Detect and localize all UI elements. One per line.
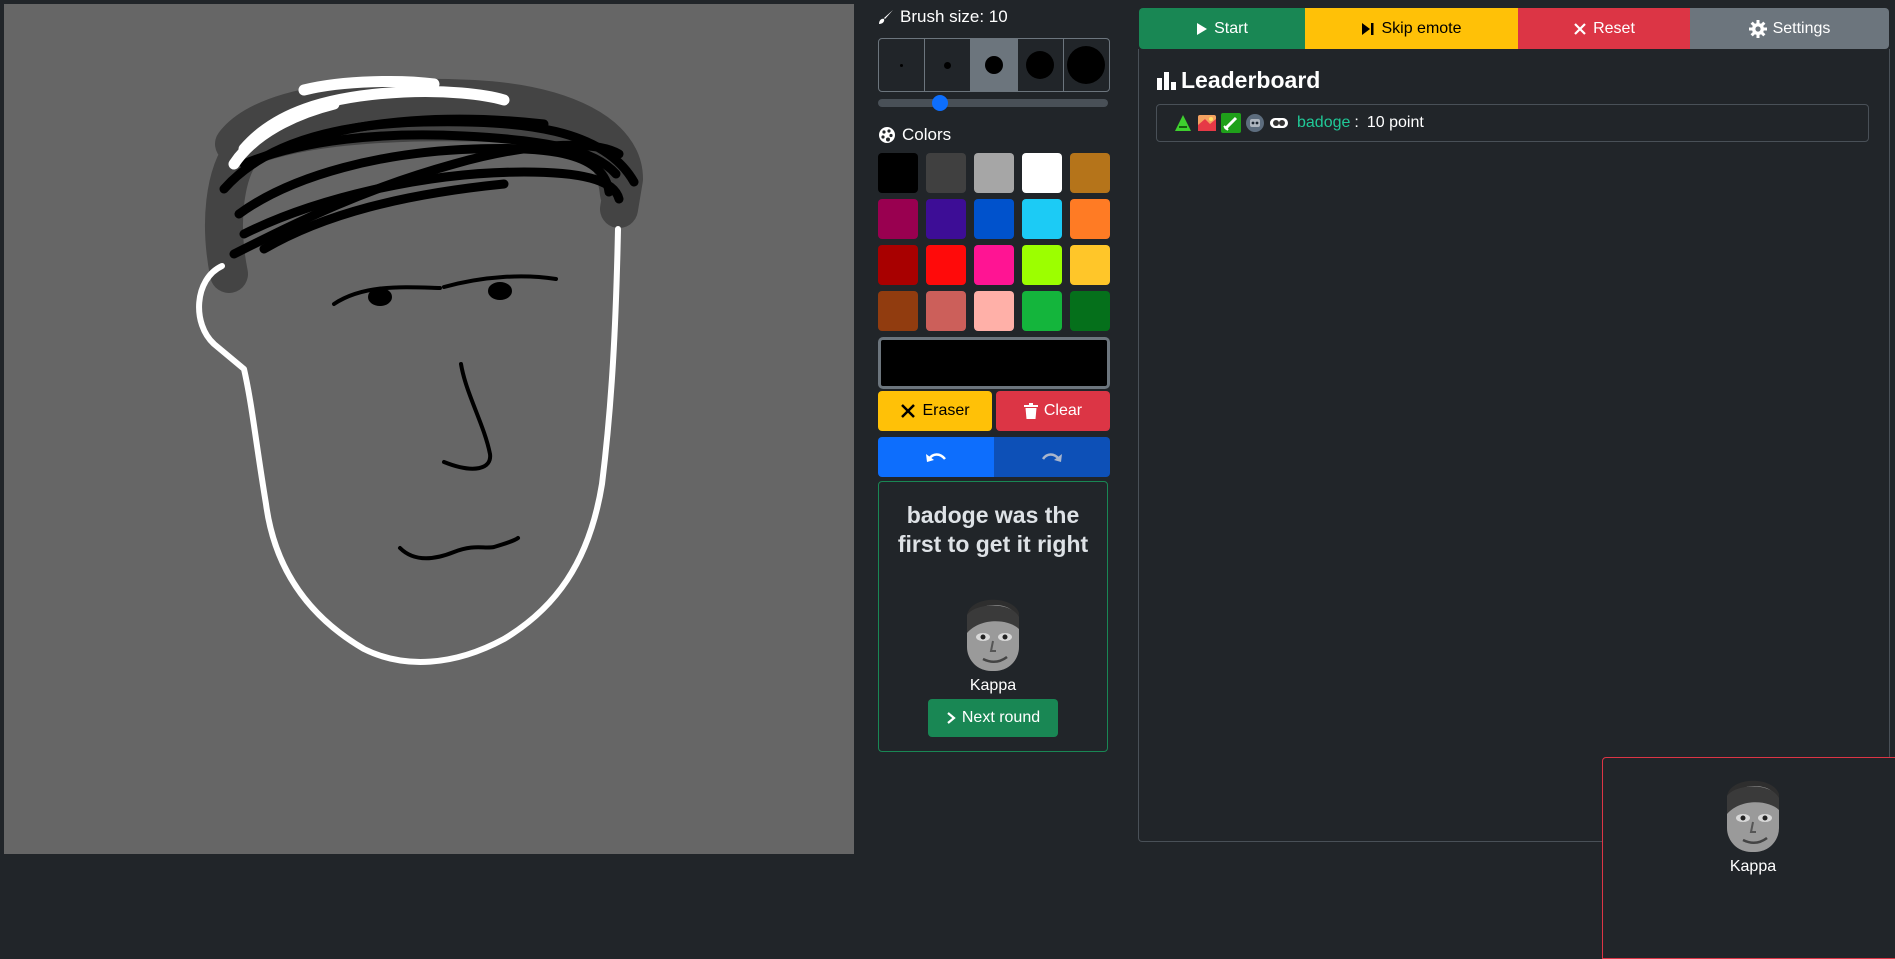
undo-icon <box>926 453 946 462</box>
start-label: Start <box>1214 19 1248 37</box>
popup-emote-name: Kappa <box>1729 858 1777 875</box>
clear-label: Clear <box>1043 402 1083 419</box>
color-swatch[interactable] <box>926 199 966 239</box>
brush-dot-icon <box>1026 51 1055 79</box>
trash-icon <box>1023 403 1038 419</box>
brush-icon <box>879 10 893 24</box>
brush-size-label: Brush size: 10 <box>900 7 1008 26</box>
brush-size-option[interactable] <box>879 39 926 91</box>
color-swatch[interactable] <box>974 199 1014 239</box>
color-swatch[interactable] <box>1070 291 1110 331</box>
leaderboard-name: badoge <box>1297 114 1351 131</box>
brush-dot-icon <box>1067 46 1106 84</box>
color-swatch[interactable] <box>974 153 1014 193</box>
emote-popup: Kappa <box>1602 757 1895 959</box>
color-swatch[interactable] <box>1022 153 1062 193</box>
round-result-title: badoge was the first to get it right <box>897 502 1089 557</box>
leaderboard-entry: badoge: 10 point <box>1156 104 1869 142</box>
reset-label: Reset <box>1593 19 1635 37</box>
robot-badge-icon <box>1246 114 1264 132</box>
next-round-label: Next round <box>961 709 1041 726</box>
color-swatch[interactable] <box>1022 291 1062 331</box>
play-icon <box>1197 22 1208 35</box>
brush-dot-icon <box>944 61 952 69</box>
leaderboard-heading: Leaderboard <box>1157 67 1320 94</box>
color-swatch[interactable] <box>878 291 918 331</box>
kappa-emote-icon <box>967 599 1019 671</box>
undo-button[interactable] <box>878 437 994 477</box>
color-swatch[interactable] <box>926 153 966 193</box>
eraser-icon <box>901 404 916 418</box>
clear-button[interactable]: Clear <box>996 391 1110 431</box>
eyes <box>332 274 558 306</box>
eraser-label: Eraser <box>922 402 970 419</box>
leaderboard-panel: Leaderboard badoge: 10 point <box>1138 49 1890 842</box>
next-round-button[interactable]: Next round <box>928 699 1058 737</box>
glasses-badge-icon <box>1270 118 1288 128</box>
color-swatch[interactable] <box>974 291 1014 331</box>
color-swatch[interactable] <box>1070 153 1110 193</box>
brush-size-selector <box>878 38 1110 92</box>
color-swatch[interactable] <box>1070 199 1110 239</box>
brush-dot-icon <box>985 56 1003 74</box>
brush-size-slider[interactable] <box>878 95 1108 111</box>
color-swatch[interactable] <box>878 245 918 285</box>
brush-size-option[interactable] <box>925 39 972 91</box>
color-swatch[interactable] <box>974 245 1014 285</box>
color-swatch[interactable] <box>878 153 918 193</box>
settings-button[interactable]: Settings <box>1690 8 1889 49</box>
brush-size-option[interactable] <box>1018 39 1064 91</box>
colors-label: Colors <box>902 125 952 144</box>
brush-size-option[interactable] <box>1064 39 1109 91</box>
sword-badge-icon <box>1221 113 1241 133</box>
settings-label: Settings <box>1772 19 1831 37</box>
reset-button[interactable]: Reset <box>1518 8 1690 49</box>
brush-size-option-selected[interactable] <box>971 39 1018 91</box>
close-icon <box>1574 22 1586 35</box>
color-swatch[interactable] <box>878 199 918 239</box>
brush-dot-icon <box>900 63 904 67</box>
color-swatch[interactable] <box>926 245 966 285</box>
nose <box>442 362 493 471</box>
leaderboard-separator: : <box>1354 114 1359 131</box>
drawing-canvas[interactable] <box>4 4 854 854</box>
bar-chart-icon <box>1157 71 1176 90</box>
start-button[interactable]: Start <box>1139 8 1305 49</box>
face-outline <box>196 226 621 665</box>
color-swatch[interactable] <box>1070 245 1110 285</box>
skip-emote-label: Skip emote <box>1381 19 1462 37</box>
eraser-button[interactable]: Eraser <box>878 391 992 431</box>
round-result-card: badoge was the first to get it right Kap… <box>878 481 1108 752</box>
palette-icon <box>879 127 895 143</box>
gear-icon <box>1748 19 1767 38</box>
result-emote-name: Kappa <box>969 677 1017 694</box>
chevron-right-icon <box>947 712 956 724</box>
game-controls: Start Skip emote Reset Settings <box>1139 8 1889 49</box>
skip-icon <box>1362 22 1374 35</box>
leaderboard-points: 10 point <box>1366 114 1424 131</box>
brush-size-label-row: Brush size: 10 <box>878 6 1008 28</box>
color-palette <box>878 153 1110 331</box>
mouth <box>398 536 520 561</box>
colors-label-row: Colors <box>878 124 951 146</box>
redo-icon <box>1041 453 1062 462</box>
kappa-emote-icon <box>1727 780 1779 852</box>
color-swatch[interactable] <box>1022 245 1062 285</box>
redo-button[interactable] <box>994 437 1110 477</box>
current-color-preview <box>878 337 1110 389</box>
brush-size-slider-thumb[interactable] <box>931 95 948 111</box>
drawing <box>196 76 643 665</box>
leaderboard-title: Leaderboard <box>1181 67 1321 93</box>
skip-emote-button[interactable]: Skip emote <box>1305 8 1518 49</box>
moderator-badge-icon <box>1175 115 1191 131</box>
color-swatch[interactable] <box>1022 199 1062 239</box>
color-swatch[interactable] <box>926 291 966 331</box>
gift-badge-icon <box>1198 115 1216 131</box>
